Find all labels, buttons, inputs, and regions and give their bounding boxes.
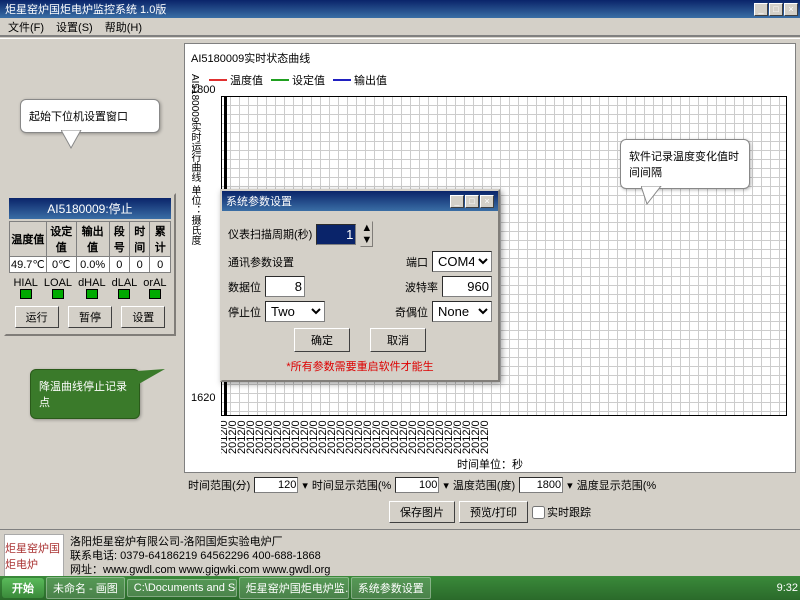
taskbar-item[interactable]: 炬星窑炉国炬电炉监… — [239, 577, 349, 599]
taskbar-item[interactable]: 未命名 - 画图 — [46, 577, 125, 599]
taskbar: 开始 未命名 - 画图 C:\Documents and Se… 炬星窑炉国炬电… — [0, 576, 800, 600]
y-axis-ticks: 1800 1620 — [191, 84, 215, 404]
comm-label: 通讯参数设置 — [228, 254, 294, 270]
stop-label: 停止位 — [228, 304, 261, 320]
parity-select[interactable]: None — [432, 301, 492, 322]
window-buttons: _ □ × — [754, 3, 798, 16]
port-label: 端口 — [406, 254, 428, 270]
menu-file[interactable]: 文件(F) — [4, 18, 48, 36]
start-button[interactable]: 开始 — [2, 578, 44, 598]
port-select[interactable]: COM4 — [432, 251, 492, 272]
menubar: 文件(F) 设置(S) 帮助(H) — [0, 18, 800, 36]
spin-icon[interactable]: ▾ — [443, 479, 449, 492]
taskbar-item[interactable]: C:\Documents and Se… — [127, 579, 237, 597]
data-input[interactable] — [265, 276, 305, 297]
chart-legend: 温度值 设定值 输出值 — [189, 68, 791, 92]
menu-settings[interactable]: 设置(S) — [52, 18, 97, 36]
callout-stop-point: 降温曲线停止记录点 — [30, 369, 140, 419]
dialog-min-button[interactable]: _ — [450, 195, 464, 208]
dialog-close-button[interactable]: × — [480, 195, 494, 208]
led-dhal — [86, 289, 98, 299]
ok-button[interactable]: 确定 — [294, 328, 350, 352]
time-disp-input[interactable] — [395, 477, 439, 493]
spin-down-icon[interactable]: ▼ — [361, 234, 372, 246]
window-title: 炬星窑炉国炬电炉监控系统 1.0版 — [2, 1, 166, 17]
realtime-checkbox[interactable]: 实时跟踪 — [532, 504, 591, 520]
preview-button[interactable]: 预览/打印 — [459, 501, 528, 523]
stop-select[interactable]: Two — [265, 301, 325, 322]
footer: 炬星窑炉国炬电炉 洛阳炬星窑炉有限公司-洛阳国炬实验电炉厂 联系电话: 0379… — [0, 529, 800, 582]
led-hial — [20, 289, 32, 299]
x-axis-label: 时间单位：秒 — [189, 454, 791, 472]
pause-button[interactable]: 暂停 — [68, 306, 112, 328]
spin-up-icon[interactable]: ▲ — [361, 222, 372, 234]
callout-text: 起始下位机设置窗口 — [29, 111, 128, 123]
time-range-input[interactable] — [254, 477, 298, 493]
tray-time: 9:32 — [777, 582, 798, 594]
temp-range-input[interactable] — [519, 477, 563, 493]
led-dlal — [118, 289, 130, 299]
callout-text: 软件记录温度变化值时间间隔 — [629, 151, 739, 179]
x-axis-ticks: 2012/03/12 10:03:212012/03/12 10:05:5020… — [221, 420, 791, 454]
cancel-button[interactable]: 取消 — [370, 328, 426, 352]
baud-input[interactable] — [442, 276, 492, 297]
close-button[interactable]: × — [784, 3, 798, 16]
window-titlebar: 炬星窑炉国炬电炉监控系统 1.0版 _ □ × — [0, 0, 800, 18]
led-oral — [149, 289, 161, 299]
set-button[interactable]: 设置 — [121, 306, 165, 328]
baud-label: 波特率 — [405, 279, 438, 295]
led-row: HIAL LOAL dHAL dLAL orAL — [9, 273, 171, 303]
range-controls: 时间范围(分) ▾ 时间显示范围(% ▾ 温度范围(度) ▾ 温度显示范围(% — [184, 473, 796, 497]
led-loal — [52, 289, 64, 299]
system-tray: 9:32 — [777, 582, 798, 594]
device-title: AI5180009:停止 — [9, 198, 171, 219]
dialog-title: 系统参数设置 — [226, 193, 292, 209]
logo-icon: 炬星窑炉国炬电炉 — [4, 534, 64, 578]
device-table: 温度值 设定值 输出值 段号 时间 累计 49.7℃ 0℃ 0.0% 0 0 0 — [9, 221, 171, 273]
dialog-note: *所有参数需要重启软件才能生 — [228, 358, 492, 374]
settings-dialog: 系统参数设置 _ □ × 仪表扫描周期(秒) ▲▼ 通讯参数设置 端口 COM4 — [220, 189, 500, 382]
footer-phone: 联系电话: 0379-64186219 64562296 400-688-186… — [70, 549, 330, 563]
dialog-max-button[interactable]: □ — [465, 195, 479, 208]
chart-title: AI5180009实时状态曲线 — [189, 48, 791, 68]
scan-label: 仪表扫描周期(秒) — [228, 226, 312, 242]
data-label: 数据位 — [228, 279, 261, 295]
spin-icon[interactable]: ▾ — [567, 479, 573, 492]
scan-input[interactable] — [316, 224, 356, 245]
parity-label: 奇偶位 — [395, 304, 428, 320]
minimize-button[interactable]: _ — [754, 3, 768, 16]
footer-web: 网址：www.gwdl.com www.gigwki.com www.gwdl.… — [70, 563, 330, 577]
device-panel: AI5180009:停止 温度值 设定值 输出值 段号 时间 累计 49.7℃ … — [4, 193, 176, 336]
taskbar-item[interactable]: 系统参数设置 — [351, 577, 431, 599]
callout-text: 降温曲线停止记录点 — [39, 381, 127, 409]
callout-startup: 起始下位机设置窗口 — [20, 99, 160, 133]
maximize-button[interactable]: □ — [769, 3, 783, 16]
menu-help[interactable]: 帮助(H) — [101, 18, 146, 36]
run-button[interactable]: 运行 — [15, 306, 59, 328]
footer-company: 洛阳炬星窑炉有限公司-洛阳国炬实验电炉厂 — [70, 535, 330, 549]
callout-interval: 软件记录温度变化值时间间隔 — [620, 139, 750, 189]
spin-icon[interactable]: ▾ — [302, 479, 308, 492]
save-pic-button[interactable]: 保存图片 — [389, 501, 455, 523]
